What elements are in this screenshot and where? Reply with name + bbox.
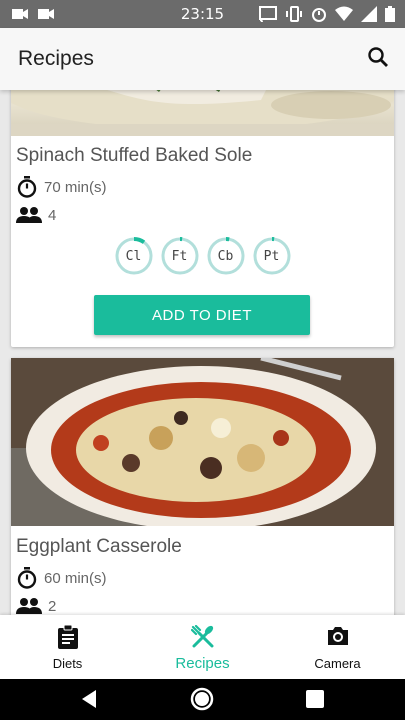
recipe-servings: 4 [16,206,56,224]
back-icon[interactable] [80,689,100,709]
nav-diets[interactable]: Diets [0,615,135,679]
nav-recipes[interactable]: Recipes [135,615,270,679]
recipe-servings-text: 2 [48,597,57,615]
app-bar: Recipes [0,28,405,90]
signal-icon [361,6,377,22]
vibrate-icon [286,6,302,22]
nutrient-badge-protein: Pt [253,237,291,275]
nav-recipes-label[interactable]: Recipes [135,655,270,672]
recipe-time: 70 min(s) [16,176,107,198]
nav-camera[interactable]: Camera [270,615,405,679]
timer-icon [17,567,37,589]
system-nav-bar [0,679,405,720]
nutrient-ring-progress [133,237,145,244]
people-icon [16,207,42,223]
home-icon[interactable] [190,687,214,711]
recipe-time: 60 min(s) [16,567,107,589]
people-icon [16,598,42,614]
recipe-list[interactable]: Spinach Stuffed Baked Sole 70 min(s) 4 C… [0,90,405,615]
nutrient-badge-fat: Ft [161,237,199,275]
recipe-card[interactable]: Spinach Stuffed Baked Sole 70 min(s) 4 C… [11,90,394,347]
recipe-card[interactable]: Eggplant Casserole 60 min(s) 2 [11,358,394,615]
add-to-diet-button[interactable]: ADD TO DIET [94,295,310,335]
alarm-icon [312,8,326,22]
battery-icon [385,6,395,22]
nutrient-badge-calories: Cl [115,237,153,275]
search-icon[interactable] [367,46,389,68]
nutrient-badges: Cl Ft Cb Pt [11,237,394,275]
recipe-title: Spinach Stuffed Baked Sole [16,145,253,166]
recipe-time-text: 70 min(s) [44,178,107,196]
recipe-time-text: 60 min(s) [44,569,107,587]
search-button[interactable] [367,46,389,73]
camera-icon[interactable] [326,625,350,647]
recipe-servings-text: 4 [48,206,57,224]
recipe-servings: 2 [16,597,56,615]
cast-icon [259,6,277,22]
bottom-navigation: Diets Recipes Camera [0,615,405,679]
recipe-image [11,358,394,526]
status-bar: 23:15 [0,0,405,28]
recipe-title: Eggplant Casserole [16,536,182,557]
nav-diets-label[interactable]: Diets [0,656,135,671]
page-title: Recipes [18,47,94,70]
timer-icon [17,176,37,198]
clipboard-icon[interactable] [57,625,79,649]
wifi-icon [335,6,353,21]
recipe-image [11,90,394,136]
nav-camera-label[interactable]: Camera [270,656,405,671]
nutrient-badge-carbs: Cb [207,237,245,275]
fork-knife-icon[interactable] [190,625,215,649]
recents-icon[interactable] [306,690,324,708]
